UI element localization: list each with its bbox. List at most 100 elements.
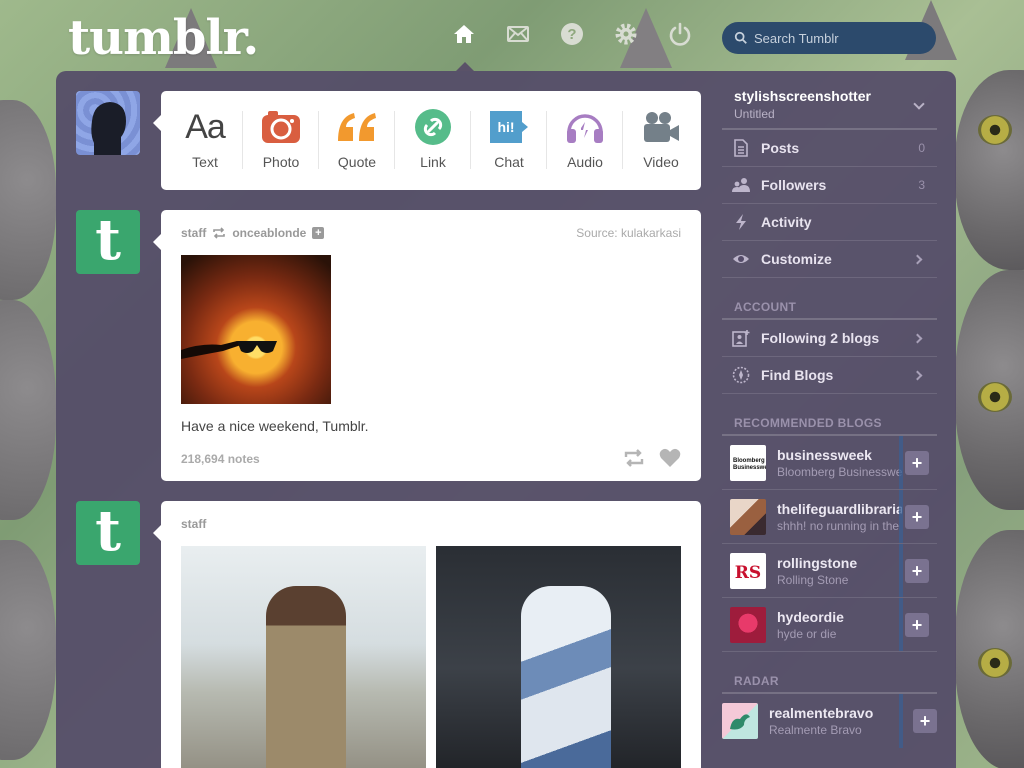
chevron-right-icon [912,254,923,264]
follow-button[interactable]: + [905,613,929,637]
sidebar-item-activity[interactable]: Activity [722,204,937,241]
post-photo[interactable] [181,255,331,404]
post-photo[interactable] [436,546,681,768]
search-input[interactable] [754,30,924,46]
blog-name: stylishscreenshotter [734,88,871,104]
sidebar-item-followers[interactable]: Followers 3 [722,167,937,204]
eye-icon [733,255,749,263]
post-type-label: Text [192,154,218,170]
recommended-blog[interactable]: RS rollingstone Rolling Stone + [722,544,937,598]
post-type-label: Chat [494,154,524,170]
section-title-radar: RADAR [722,672,937,694]
scroll-indicator [899,436,903,489]
svg-text:Businessweek: Businessweek [733,465,766,471]
section-title-recommended: RECOMMENDED BLOGS [722,414,937,436]
sidebar-item-label: Following 2 blogs [761,330,880,346]
follow-button[interactable]: + [913,709,937,733]
source-name: kulakarkasi [620,226,681,240]
sidebar-item-count: 3 [918,178,925,192]
mail-icon[interactable] [506,20,530,48]
post-notes[interactable]: 218,694 notes [181,452,260,466]
blog-title: hyde or die [777,626,837,641]
chat-icon: hi! [488,107,530,147]
recommended-blog[interactable]: thelifeguardlibrarian shhh! no running i… [722,490,937,544]
blog-title: Untitled [734,107,775,121]
post-type-label: Link [420,154,446,170]
blog-avatar [730,498,766,535]
gear-icon[interactable] [614,20,638,48]
sidebar-item-following[interactable]: Following 2 blogs [722,320,937,357]
post-type-audio[interactable]: Audio [547,91,623,190]
blog-header[interactable]: stylishscreenshotter Untitled [722,80,937,130]
post-type-label: Video [643,154,679,170]
user-avatar[interactable] [76,91,140,155]
post-author[interactable]: staff [181,517,206,531]
blog-avatar [722,703,758,739]
staff-avatar[interactable]: t [76,501,140,565]
radar-blog[interactable]: realmentebravo Realmente Bravo + [722,694,937,748]
scroll-indicator [899,490,903,543]
follow-button[interactable]: + [905,451,929,475]
sidebar: stylishscreenshotter Untitled Posts 0 Fo… [722,80,937,748]
blog-name: hydeordie [777,608,844,625]
post-source[interactable]: Source: kulakarkasi [576,226,681,240]
power-icon[interactable] [668,20,692,48]
post-header: staff onceablonde + [181,226,325,240]
section-title-account: ACCOUNT [722,298,937,320]
post-type-link[interactable]: Link [395,91,471,190]
sidebar-item-label: Followers [761,177,827,193]
sidebar-item-count: 0 [918,141,925,155]
blog-name: rollingstone [777,554,858,571]
post-type-chat[interactable]: hi! Chat [471,91,547,190]
text-icon: Aa [185,107,226,146]
sidebar-item-customize[interactable]: Customize [722,241,937,278]
follow-plus-icon[interactable]: + [312,227,325,239]
help-icon[interactable]: ? [560,20,584,48]
blog-name: businessweek [777,446,872,463]
top-nav: ? [452,20,692,48]
tumblr-logo[interactable]: tumblr. [68,10,259,66]
staff-avatar[interactable]: t [76,210,140,274]
heart-icon[interactable] [659,448,681,468]
following-icon [732,330,750,347]
blog-name: realmentebravo [769,705,874,721]
camera-icon [262,107,300,147]
post-type-photo[interactable]: Photo [243,91,319,190]
source-label: Source: [576,226,618,240]
recommended-blog[interactable]: hydeordie hyde or die + [722,598,937,652]
reblog-icon[interactable] [623,448,645,468]
search-box[interactable] [722,22,936,54]
sidebar-item-label: Customize [761,251,832,267]
home-icon[interactable] [452,20,476,48]
sidebar-item-label: Posts [761,140,800,156]
blog-title: Rolling Stone [777,572,849,587]
sidebar-item-label: Activity [761,214,812,230]
follow-button[interactable]: + [905,559,929,583]
photo-figure [521,586,611,768]
link-icon [415,107,451,147]
sidebar-item-posts[interactable]: Posts 0 [722,130,937,167]
sidebar-item-find-blogs[interactable]: Find Blogs [722,357,937,394]
scroll-indicator [899,598,903,651]
post-type-text[interactable]: Aa Text [167,91,243,190]
post-card: staff [153,501,701,768]
posts-icon [734,139,748,157]
blog-avatar [730,606,766,643]
post-type-quote[interactable]: Quote [319,91,395,190]
scroll-indicator [899,694,903,748]
blog-title: shhh! no running in the library [777,518,902,533]
post-type-video[interactable]: Video [623,91,699,190]
blog-avatar: RS [730,552,766,589]
video-icon [642,107,680,147]
svg-text:hi!: hi! [497,119,514,135]
post-type-label: Quote [337,154,377,170]
post-author[interactable]: staff [181,226,206,240]
recommended-blog[interactable]: BloombergBusinessweek businessweek Bloom… [722,436,937,490]
svg-text:?: ? [567,26,576,43]
blog-title: Realmente Bravo [769,723,862,737]
reblog-source[interactable]: onceablonde [232,226,306,240]
follow-button[interactable]: + [905,505,929,529]
post-photo[interactable] [181,546,426,768]
activity-icon [736,214,746,230]
